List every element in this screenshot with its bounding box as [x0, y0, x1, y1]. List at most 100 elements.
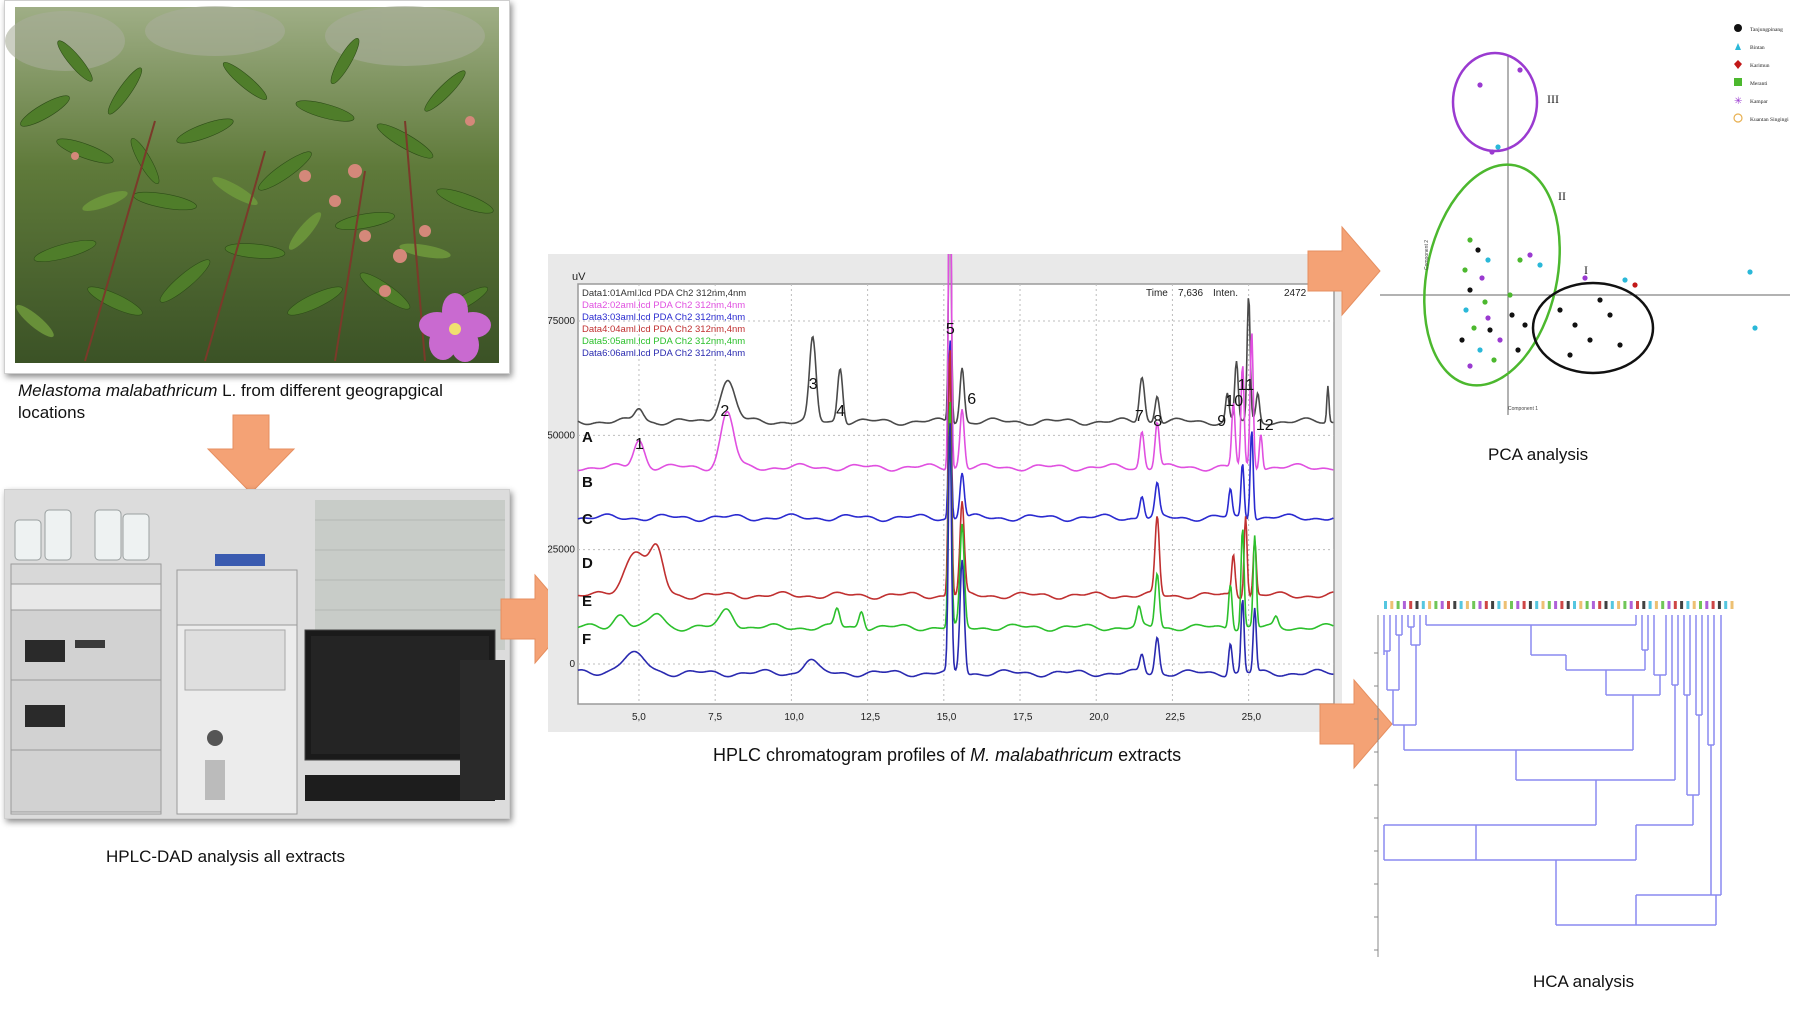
header-right-item: Time	[1146, 288, 1168, 299]
hca-leaf-label	[1472, 601, 1476, 609]
pca-point	[1572, 322, 1578, 328]
x-tick-label: 5,0	[632, 712, 646, 723]
hca-leaf-label	[1636, 601, 1639, 609]
chromatogram-caption-b: extracts	[1113, 745, 1182, 765]
peak-number: 12	[1256, 417, 1274, 434]
legend-entry: Data5:05aml.lcd PDA Ch2 312nm,4nm	[582, 336, 745, 347]
hca-leaf-label	[1535, 601, 1539, 609]
pca-legend-label: Kampar	[1750, 99, 1768, 105]
y-tick-label: 75000	[548, 316, 575, 327]
trace-letter: E	[582, 593, 592, 610]
pca-legend-label: Kuantan Singingi	[1750, 117, 1789, 123]
header-right-item: 7,636	[1178, 288, 1203, 299]
pca-legend-marker	[1735, 43, 1741, 50]
hca-leaf-label	[1667, 601, 1671, 609]
legend-entry: Data1:01Aml.lcd PDA Ch2 312nm,4nm	[582, 288, 746, 299]
header-right-item: Inten.	[1213, 288, 1238, 299]
pca-point	[1487, 327, 1493, 333]
peak-number: 2	[720, 403, 729, 420]
pca-point	[1509, 312, 1515, 318]
hca-leaf-label	[1717, 601, 1721, 609]
pca-point	[1517, 67, 1523, 73]
pca-point	[1491, 357, 1497, 363]
hca-leaf-label	[1699, 601, 1702, 609]
trace-letter: C	[582, 511, 593, 528]
hca-leaf-label	[1711, 601, 1715, 609]
chromatogram-caption-a: HPLC chromatogram profiles of	[713, 745, 971, 765]
x-tick-label: 7,5	[708, 712, 722, 723]
hca-leaf-label	[1654, 601, 1658, 609]
hca-leaf-label	[1579, 601, 1583, 609]
hca-leaf-label	[1623, 601, 1627, 609]
hca-leaf-label	[1598, 601, 1602, 609]
pca-point	[1485, 257, 1491, 263]
pca-y-axis-title: Component 2	[1424, 240, 1430, 270]
peak-number: 8	[1153, 413, 1162, 430]
pca-point	[1471, 325, 1477, 331]
hca-leaf-label	[1497, 601, 1501, 609]
hca-leaf-label	[1484, 601, 1488, 609]
hca-leaf-label	[1560, 601, 1564, 609]
pca-point	[1495, 144, 1501, 150]
pca-legend-marker	[1734, 78, 1742, 86]
pca-point	[1485, 315, 1491, 321]
pca-point	[1489, 149, 1495, 155]
peak-number: 4	[836, 403, 845, 420]
down-arrow	[206, 413, 296, 495]
pca-point	[1517, 257, 1523, 263]
pca-group-label-i: I	[1584, 263, 1588, 277]
hca-leaf-label	[1415, 601, 1419, 609]
hca-leaf-label	[1440, 601, 1444, 609]
hca-leaf-label	[1390, 601, 1394, 609]
pca-point	[1622, 277, 1628, 283]
pca-legend-marker	[1734, 24, 1742, 32]
hca-leaf-label	[1604, 601, 1608, 609]
hca-leaf-label	[1648, 601, 1652, 609]
hca-leaf-label	[1585, 601, 1589, 609]
y-tick-label: 50000	[548, 430, 575, 441]
y-tick-label: 25000	[548, 545, 575, 556]
hca-dendrogram	[1336, 595, 1756, 965]
hca-leaf-label	[1434, 601, 1438, 609]
hca-leaf-label	[1428, 601, 1432, 609]
trace-letter: A	[582, 429, 593, 446]
x-tick-label: 10,0	[784, 712, 804, 723]
hca-leaf-label	[1705, 601, 1709, 609]
hca-leaf-label	[1554, 601, 1558, 609]
pca-group-iii-ellipse	[1451, 51, 1539, 153]
plant-photo	[4, 0, 510, 374]
pca-point	[1479, 275, 1485, 281]
hca-leaf-label	[1459, 601, 1463, 609]
y-unit-label: uV	[572, 271, 586, 283]
pca-legend-label: Tanjungpinang	[1750, 27, 1783, 33]
pca-point	[1597, 297, 1603, 303]
pca-legend-marker	[1733, 113, 1743, 123]
pca-point	[1467, 287, 1473, 293]
hca-leaf-label	[1528, 601, 1532, 609]
pca-point	[1507, 292, 1513, 298]
hca-leaf-label	[1566, 601, 1570, 609]
hca-leaf-label	[1491, 601, 1495, 609]
chromatogram-caption: HPLC chromatogram profiles of M. malabat…	[713, 744, 1181, 766]
pca-point	[1537, 262, 1543, 268]
hca-leaf-label	[1591, 601, 1595, 609]
hca-leaf-label	[1724, 601, 1728, 609]
hca-leaf-label	[1730, 601, 1734, 609]
peak-number: 11	[1238, 377, 1255, 394]
peak-number: 5	[946, 321, 955, 338]
hca-leaf-label	[1447, 601, 1450, 609]
x-tick-label: 20,0	[1089, 712, 1109, 723]
trace-letter: B	[582, 474, 593, 491]
pca-x-axis-title: Component 1	[1508, 406, 1538, 412]
pca-point	[1582, 275, 1588, 281]
pca-point	[1522, 322, 1528, 328]
x-tick-label: 22,5	[1165, 712, 1185, 723]
legend-entry: Data2:02aml.lcd PDA Ch2 312nm,4nm	[582, 300, 745, 311]
pca-point	[1527, 252, 1533, 258]
peak-number: 1	[635, 436, 644, 453]
hca-leaf-label	[1642, 601, 1646, 609]
x-tick-label: 12,5	[861, 712, 881, 723]
x-tick-label: 25,0	[1242, 712, 1262, 723]
pca-legend-label: Meranti	[1750, 81, 1768, 87]
trace-letter: D	[582, 555, 593, 572]
